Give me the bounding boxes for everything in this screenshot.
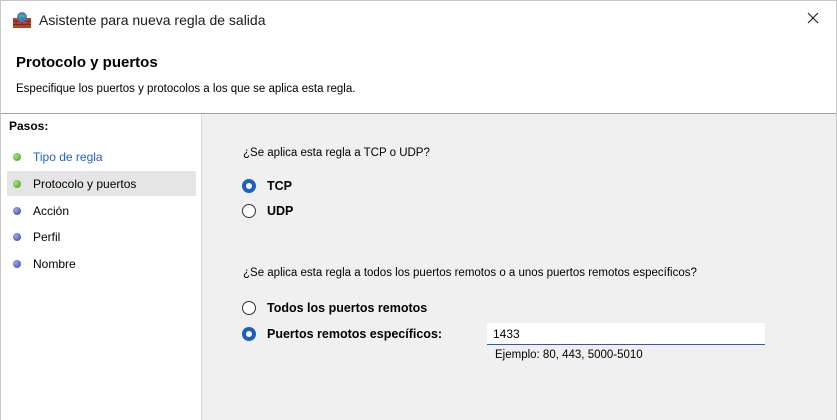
specific-ports-radio-label: Puertos remotos específicos: xyxy=(267,327,443,341)
tcp-radio-label: TCP xyxy=(267,179,292,193)
sidebar-item-protocolo-y-puertos[interactable]: Protocolo y puertos xyxy=(7,171,196,196)
sidebar-item-label: Perfil xyxy=(33,229,61,244)
ports-example-hint: Ejemplo: 80, 443, 5000-5010 xyxy=(495,349,643,361)
remote-ports-input[interactable] xyxy=(487,323,765,345)
wizard-header: Protocolo y puertos Especifique los puer… xyxy=(1,39,836,113)
ports-question: ¿Se aplica esta regla a todos los puerto… xyxy=(243,267,697,279)
sidebar-item-label: Tipo de regla xyxy=(33,149,103,164)
close-icon xyxy=(807,11,819,29)
sidebar-item-accion[interactable]: Acción xyxy=(7,198,196,223)
sidebar-item-label: Protocolo y puertos xyxy=(33,176,137,191)
radio-selected-icon xyxy=(242,327,256,341)
firewall-icon xyxy=(12,11,32,29)
radio-unselected-icon xyxy=(242,301,256,315)
all-ports-radio[interactable]: Todos los puertos remotos xyxy=(242,299,427,317)
step-done-bullet-icon xyxy=(13,152,21,161)
steps-heading: Pasos: xyxy=(9,119,49,133)
step-done-bullet-icon xyxy=(13,179,21,188)
step-pending-bullet-icon xyxy=(13,232,21,241)
udp-radio[interactable]: UDP xyxy=(242,202,293,220)
sidebar-item-label: Nombre xyxy=(33,256,76,271)
close-button[interactable] xyxy=(790,1,836,39)
specific-ports-radio[interactable]: Puertos remotos específicos: xyxy=(242,325,442,343)
sidebar-item-label: Acción xyxy=(33,203,70,218)
sidebar-item-perfil[interactable]: Perfil xyxy=(7,224,196,249)
page-title: Protocolo y puertos xyxy=(16,54,158,71)
step-pending-bullet-icon xyxy=(13,206,21,215)
udp-radio-label: UDP xyxy=(267,204,294,218)
sidebar-item-nombre[interactable]: Nombre xyxy=(7,251,196,276)
title-bar: Asistente para nueva regla de salida xyxy=(1,1,836,39)
step-pending-bullet-icon xyxy=(13,259,21,268)
page-description: Especifique los puertos y protocolos a l… xyxy=(16,83,356,95)
wizard-window: Asistente para nueva regla de salida Pro… xyxy=(0,0,837,420)
radio-selected-icon xyxy=(242,179,256,193)
main-panel: ¿Se aplica esta regla a TCP o UDP? TCP U… xyxy=(202,114,836,420)
protocol-question: ¿Se aplica esta regla a TCP o UDP? xyxy=(243,147,430,159)
tcp-radio[interactable]: TCP xyxy=(242,177,292,195)
radio-unselected-icon xyxy=(242,204,256,218)
window-title: Asistente para nueva regla de salida xyxy=(39,12,266,28)
sidebar-item-tipo-de-regla[interactable]: Tipo de regla xyxy=(7,144,196,169)
all-ports-radio-label: Todos los puertos remotos xyxy=(267,301,428,315)
steps-sidebar: Pasos: Tipo de regla Protocolo y puertos… xyxy=(1,114,202,420)
